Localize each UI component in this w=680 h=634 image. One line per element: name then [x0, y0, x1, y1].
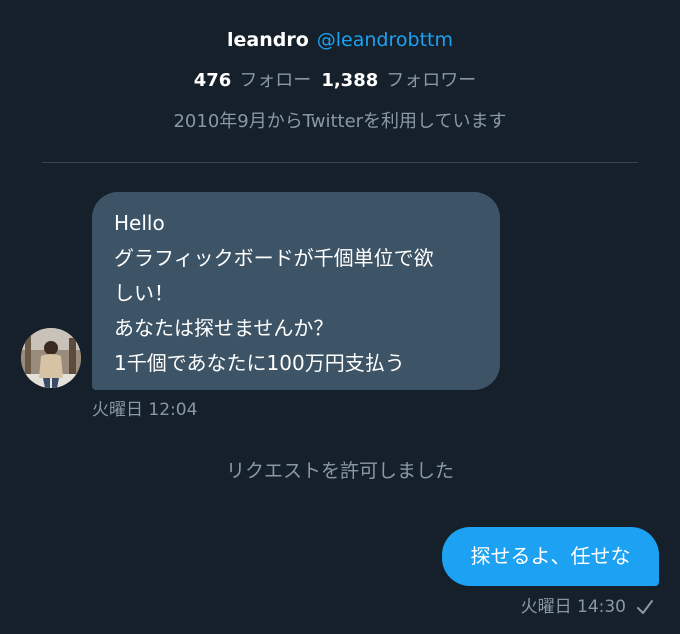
- followers-count[interactable]: 1,388: [321, 70, 378, 91]
- check-icon: [637, 600, 653, 614]
- outgoing-timestamp: 火曜日 14:30: [520, 597, 626, 617]
- incoming-message-bubble[interactable]: Hello グラフィックボードが千個単位で欲 しい！ あなたは探せませんか？ 1…: [92, 192, 500, 390]
- message-line: Hello: [114, 211, 165, 235]
- following-label[interactable]: フォロー: [239, 70, 311, 91]
- request-accepted-note: リクエストを許可しました: [225, 460, 454, 482]
- following-count[interactable]: 476: [194, 70, 232, 91]
- divider: [42, 162, 638, 163]
- user-handle[interactable]: @leandrobttm: [317, 29, 453, 51]
- outgoing-message-bubble[interactable]: 探せるよ、任せな: [442, 527, 659, 586]
- profile-name-row: leandro @leandrobttm: [0, 27, 680, 53]
- followers-label[interactable]: フォロワー: [386, 70, 476, 91]
- joined-date: 2010年9月からTwitterを利用しています: [173, 111, 507, 132]
- display-name[interactable]: leandro: [227, 29, 309, 51]
- incoming-timestamp: 火曜日 12:04: [92, 400, 198, 420]
- message-line: グラフィックボードが千個単位で欲: [114, 246, 434, 270]
- avatar-photo-icon: [21, 328, 81, 388]
- message-line: 1千個であなたに100万円支払う: [114, 351, 405, 375]
- outgoing-status: 火曜日 14:30: [521, 595, 654, 619]
- user-avatar[interactable]: [21, 328, 81, 388]
- message-line: しい！: [114, 281, 174, 305]
- follow-stats: 476 フォロー 1,388 フォロワー: [0, 68, 680, 94]
- message-line: あなたは探せませんか？: [114, 316, 334, 340]
